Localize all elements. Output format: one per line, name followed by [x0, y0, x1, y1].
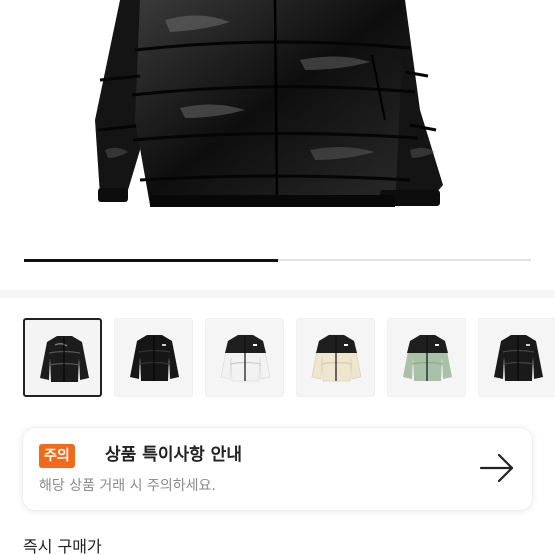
image-carousel-progress — [24, 258, 531, 262]
instant-buy-price-label: 즉시 구매가 — [23, 537, 102, 555]
notice-title: 상품 특이사항 안내 — [105, 445, 242, 465]
product-main-image[interactable] — [0, 0, 555, 290]
thumb-sage-black[interactable] — [387, 318, 466, 397]
caution-badge: 주의 — [39, 444, 75, 468]
black-puffer-jacket-photo — [95, 0, 443, 207]
product-detail-page: 주의 상품 특이사항 안내 해당 상품 거래 시 주의하세요. 즉시 구매가 — [0, 0, 555, 555]
thumb-white-black[interactable] — [205, 318, 284, 397]
thumb-cream-black[interactable] — [296, 318, 375, 397]
thumb-black-matte[interactable] — [114, 318, 193, 397]
arrow-right-icon[interactable] — [478, 452, 516, 484]
thumb-black-partial[interactable] — [478, 318, 555, 397]
notice-subtitle: 해당 상품 거래 시 주의하세요. — [39, 478, 216, 494]
thumb-black-glossy[interactable] — [23, 318, 102, 397]
product-notice-card[interactable]: 주의 상품 특이사항 안내 해당 상품 거래 시 주의하세요. — [23, 428, 532, 510]
progress-indicator — [24, 258, 278, 262]
thumbnail-strip — [23, 318, 555, 398]
section-divider — [0, 290, 555, 298]
